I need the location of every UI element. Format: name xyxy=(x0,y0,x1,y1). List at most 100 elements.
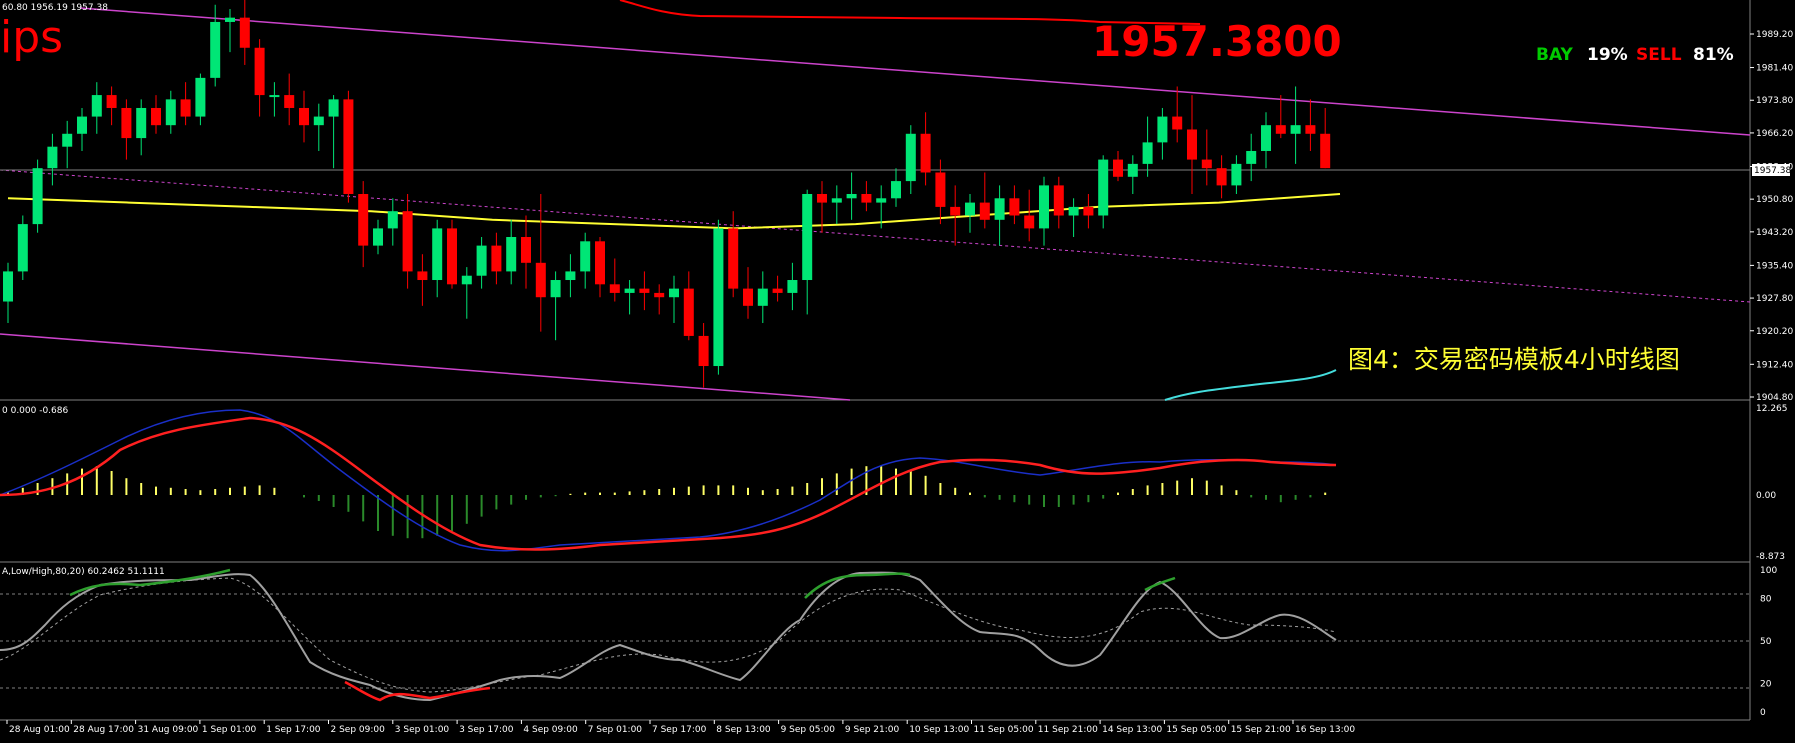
candle-body xyxy=(180,99,191,117)
stoch-tick-label: 20 xyxy=(1760,680,1772,690)
macd-header-text: 0 0.000 -0.686 xyxy=(2,406,68,416)
candle-body xyxy=(1290,125,1301,134)
candle-body xyxy=(772,288,783,293)
candle-body xyxy=(1261,125,1271,151)
candle-body xyxy=(299,107,309,126)
stoch-signal-line xyxy=(0,577,1337,693)
time-tick-label: 7 Sep 17:00 xyxy=(652,725,707,735)
brand-logo-text: ips xyxy=(0,12,63,63)
candle-body xyxy=(402,211,413,272)
current-price-tag: 1957.38 xyxy=(1754,166,1791,176)
candle-body xyxy=(62,133,73,147)
price-tick-label: 1973.80 xyxy=(1756,96,1793,106)
candle-body xyxy=(876,198,887,203)
candle-body xyxy=(17,224,28,272)
candle-body xyxy=(817,193,827,203)
candle-body xyxy=(461,275,472,285)
candle-body xyxy=(313,116,324,126)
time-tick-label: 16 Sep 13:00 xyxy=(1295,725,1355,735)
macd-histogram xyxy=(7,466,1327,539)
candle-body xyxy=(595,241,605,285)
candle-body xyxy=(1172,116,1183,130)
time-tick-label: 31 Aug 09:00 xyxy=(138,725,199,735)
candle-body xyxy=(802,193,813,281)
candle-body xyxy=(328,99,339,117)
candle-body xyxy=(358,193,369,246)
macd-axis: 12.265 0.00 -8.873 xyxy=(1756,404,1788,562)
candle-body xyxy=(861,193,872,203)
candle-body xyxy=(639,288,650,293)
price-tick-label: 1943.20 xyxy=(1756,228,1793,238)
candle-body xyxy=(1142,142,1153,164)
candle-body xyxy=(950,206,961,216)
candle-body xyxy=(343,99,354,194)
candle-body xyxy=(91,95,102,117)
sell-label: SELL xyxy=(1636,45,1682,65)
macd-tick-label: -8.873 xyxy=(1756,552,1785,562)
channel-middle-line xyxy=(0,169,1751,303)
stoch-header-text: A,Low/High,80,20) 60.2462 51.1111 xyxy=(2,567,165,577)
candle-body xyxy=(3,271,13,302)
price-tick-label: 1912.40 xyxy=(1756,360,1793,370)
candle-body xyxy=(920,133,931,173)
candle-body xyxy=(1009,198,1020,216)
candle-body xyxy=(239,17,250,48)
candle-body xyxy=(1305,125,1316,134)
candle-body xyxy=(669,288,679,298)
candle-body xyxy=(935,172,946,207)
candle-body xyxy=(447,228,457,285)
candle-body xyxy=(743,288,753,306)
bay-value: 19% xyxy=(1587,45,1628,65)
macd-tick-label: 0.00 xyxy=(1756,491,1776,501)
candle-body xyxy=(254,47,265,96)
candle-body xyxy=(476,245,487,276)
time-tick-label: 11 Sep 21:00 xyxy=(1038,725,1098,735)
candle-body xyxy=(654,292,665,298)
stoch-main-line xyxy=(0,571,1337,702)
candle-body xyxy=(713,228,724,367)
candle-body xyxy=(121,107,132,139)
candle-body xyxy=(698,335,709,367)
time-axis: 28 Aug 01:00 28 Aug 17:00 31 Aug 09:00 1 Se… xyxy=(6,720,1355,735)
candle-body xyxy=(994,198,1005,220)
candle-body xyxy=(580,241,591,272)
time-tick-label: 10 Sep 13:00 xyxy=(909,725,969,735)
price-tick-label: 1950.80 xyxy=(1756,195,1793,205)
candle-body xyxy=(1024,215,1035,229)
candle-body xyxy=(535,262,546,298)
trading-chart[interactable]: 1989.201981.401973.801966.201958.401950.… xyxy=(0,0,1795,743)
time-tick-label: 9 Sep 21:00 xyxy=(845,725,900,735)
candle-body xyxy=(891,181,901,199)
stoch-tick-label: 50 xyxy=(1760,637,1772,647)
price-tick-label: 1927.80 xyxy=(1756,294,1793,304)
time-tick-label: 1 Sep 01:00 xyxy=(202,725,257,735)
stoch-axis: 100 80 50 20 0 xyxy=(1760,566,1777,718)
candle-body xyxy=(491,245,502,272)
candle-body xyxy=(624,288,635,293)
stoch-tick-label: 0 xyxy=(1760,708,1766,718)
time-tick-label: 1 Sep 17:00 xyxy=(266,725,321,735)
time-tick-label: 28 Aug 01:00 xyxy=(9,725,70,735)
candle-body xyxy=(1083,206,1094,216)
chart-caption: 图4：交易密码模板4小时线图 xyxy=(1348,345,1680,374)
candle-body xyxy=(1246,150,1257,164)
macd-tick-label: 12.265 xyxy=(1756,404,1788,414)
candle-body xyxy=(1098,159,1109,216)
candle-body xyxy=(195,77,206,117)
candle-body xyxy=(1113,159,1123,177)
candle-body xyxy=(1187,129,1197,160)
candle-body xyxy=(1275,125,1286,134)
time-tick-label: 8 Sep 13:00 xyxy=(716,725,771,735)
candle-body xyxy=(565,271,576,281)
candle-body xyxy=(136,107,147,139)
candle-body xyxy=(77,116,87,134)
candle-body xyxy=(506,237,517,272)
candle-body xyxy=(210,21,221,78)
time-tick-label: 2 Sep 09:00 xyxy=(331,725,386,735)
candle-body xyxy=(757,288,768,306)
time-tick-label: 11 Sep 05:00 xyxy=(974,725,1034,735)
time-tick-label: 9 Sep 05:00 xyxy=(781,725,836,735)
candle-body xyxy=(683,288,694,336)
candle-body xyxy=(905,133,916,182)
candle-body xyxy=(284,95,295,108)
